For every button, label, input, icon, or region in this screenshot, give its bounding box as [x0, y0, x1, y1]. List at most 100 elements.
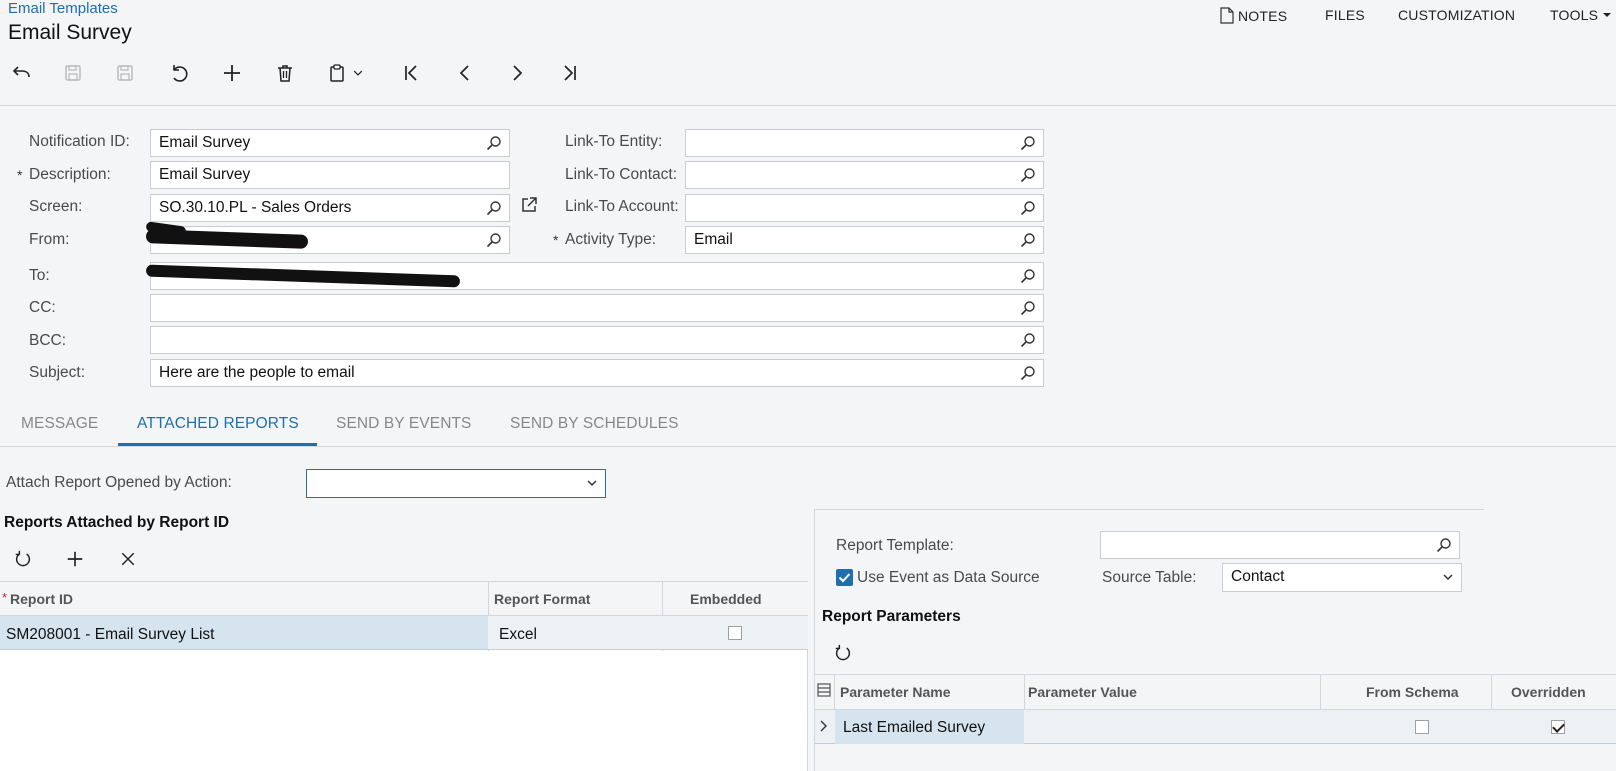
chevron-right-icon — [513, 65, 523, 81]
embedded-checkbox[interactable] — [728, 626, 742, 640]
clipboard-dropdown[interactable] — [350, 58, 366, 88]
description-value: Email Survey — [159, 166, 251, 183]
subject-field[interactable]: Here are the people to email — [150, 359, 1044, 387]
column-embedded[interactable]: Embedded — [690, 591, 762, 607]
grid-settings-icon[interactable] — [817, 683, 831, 697]
required-mark: * — [2, 590, 8, 605]
delete-row-button[interactable] — [113, 544, 143, 574]
customization-label: CUSTOMIZATION — [1398, 7, 1516, 23]
first-record-button[interactable] — [397, 58, 427, 88]
tab-attached-reports[interactable]: ATTACHED REPORTS — [137, 415, 299, 433]
column-parameter-name[interactable]: Parameter Name — [840, 684, 951, 700]
tools-menu[interactable]: TOOLS — [1550, 7, 1612, 23]
description-label: Description: — [29, 166, 111, 183]
files-menu[interactable]: FILES — [1325, 7, 1365, 23]
column-report-format[interactable]: Report Format — [494, 591, 590, 607]
column-from-schema[interactable]: From Schema — [1366, 684, 1459, 700]
link-to-contact-field[interactable] — [685, 161, 1044, 189]
link-to-entity-field[interactable] — [685, 129, 1044, 157]
undo-button[interactable] — [164, 58, 194, 88]
clipboard-button[interactable] — [322, 58, 352, 88]
save-close-icon — [65, 65, 81, 81]
close-icon — [121, 552, 135, 566]
next-record-button[interactable] — [502, 58, 532, 88]
tools-label: TOOLS — [1550, 7, 1599, 23]
breadcrumb-email-templates[interactable]: Email Templates — [8, 0, 118, 17]
trash-icon — [278, 65, 292, 82]
search-icon[interactable] — [486, 232, 502, 248]
page-title: Email Survey — [8, 21, 132, 44]
report-format-cell[interactable]: Excel — [499, 626, 537, 644]
subject-label: Subject: — [29, 364, 86, 381]
right-panel-top-border — [814, 509, 1484, 510]
add-button[interactable] — [217, 58, 247, 88]
search-icon[interactable] — [1020, 332, 1036, 348]
search-icon[interactable] — [1020, 365, 1036, 381]
notification-id-value: Email Survey — [159, 134, 251, 151]
cc-field[interactable] — [150, 294, 1044, 322]
back-arrow-icon — [12, 66, 30, 78]
refresh-button[interactable] — [8, 544, 38, 574]
delete-button[interactable] — [270, 58, 300, 88]
link-to-entity-label: Link-To Entity: — [565, 133, 663, 150]
search-icon[interactable] — [1020, 135, 1036, 151]
overridden-checkbox[interactable] — [1551, 720, 1565, 734]
back-button[interactable] — [6, 58, 36, 88]
chevron-left-icon — [459, 65, 469, 81]
search-icon[interactable] — [486, 200, 502, 216]
screen-value: SO.30.10.PL - Sales Orders — [159, 199, 352, 216]
refresh-icon — [835, 644, 851, 661]
link-to-contact-label: Link-To Contact: — [565, 166, 677, 183]
caret-down-icon — [1603, 13, 1612, 17]
description-field[interactable]: Email Survey — [150, 161, 510, 189]
first-icon — [405, 65, 417, 81]
notification-id-field[interactable]: Email Survey — [150, 129, 510, 157]
notification-id-label: Notification ID: — [29, 133, 130, 150]
add-row-button[interactable] — [60, 544, 90, 574]
search-icon[interactable] — [1436, 537, 1452, 553]
tab-send-by-events[interactable]: SEND BY EVENTS — [336, 415, 472, 433]
save-close-button[interactable] — [58, 58, 88, 88]
parameter-name-cell[interactable]: Last Emailed Survey — [843, 719, 985, 737]
tab-message[interactable]: MESSAGE — [21, 415, 98, 433]
attach-report-select[interactable] — [306, 469, 606, 498]
chevron-down-icon — [587, 480, 597, 487]
bcc-field[interactable] — [150, 326, 1044, 354]
customization-menu[interactable]: CUSTOMIZATION — [1398, 7, 1515, 23]
source-table-select[interactable]: Contact — [1222, 563, 1462, 592]
chevron-down-icon — [353, 70, 363, 76]
notes-menu[interactable]: NOTES — [1220, 7, 1287, 24]
activity-type-label: Activity Type: — [565, 231, 657, 248]
search-icon[interactable] — [486, 135, 502, 151]
search-icon[interactable] — [1020, 167, 1036, 183]
search-icon[interactable] — [1020, 268, 1036, 284]
report-id-cell[interactable]: SM208001 - Email Survey List — [6, 626, 214, 644]
search-icon[interactable] — [1020, 300, 1036, 316]
external-link-icon[interactable] — [520, 196, 538, 214]
activity-type-value: Email — [694, 231, 733, 248]
use-event-checkbox[interactable] — [836, 569, 853, 586]
screen-field[interactable]: SO.30.10.PL - Sales Orders — [150, 194, 510, 222]
last-icon — [564, 65, 576, 81]
search-icon[interactable] — [1020, 200, 1036, 216]
plus-icon — [224, 65, 240, 81]
report-template-field[interactable] — [1100, 531, 1460, 559]
search-icon[interactable] — [1020, 232, 1036, 248]
column-parameter-value[interactable]: Parameter Value — [1028, 684, 1137, 700]
from-schema-checkbox[interactable] — [1415, 720, 1429, 734]
refresh-params-button[interactable] — [828, 638, 858, 668]
save-icon — [117, 65, 133, 81]
tab-send-by-schedules[interactable]: SEND BY SCHEDULES — [510, 415, 679, 433]
files-label: FILES — [1325, 7, 1365, 23]
save-button[interactable] — [110, 58, 140, 88]
chevron-down-icon — [1443, 574, 1453, 581]
activity-type-field[interactable]: Email — [685, 226, 1044, 254]
column-overridden[interactable]: Overridden — [1511, 684, 1586, 700]
from-label: From: — [29, 231, 70, 248]
link-to-account-field[interactable] — [685, 194, 1044, 222]
last-record-button[interactable] — [554, 58, 584, 88]
column-report-id[interactable]: Report ID — [10, 591, 73, 607]
chevron-right-icon[interactable] — [818, 719, 830, 733]
clipboard-icon — [330, 64, 344, 82]
previous-record-button[interactable] — [450, 58, 480, 88]
